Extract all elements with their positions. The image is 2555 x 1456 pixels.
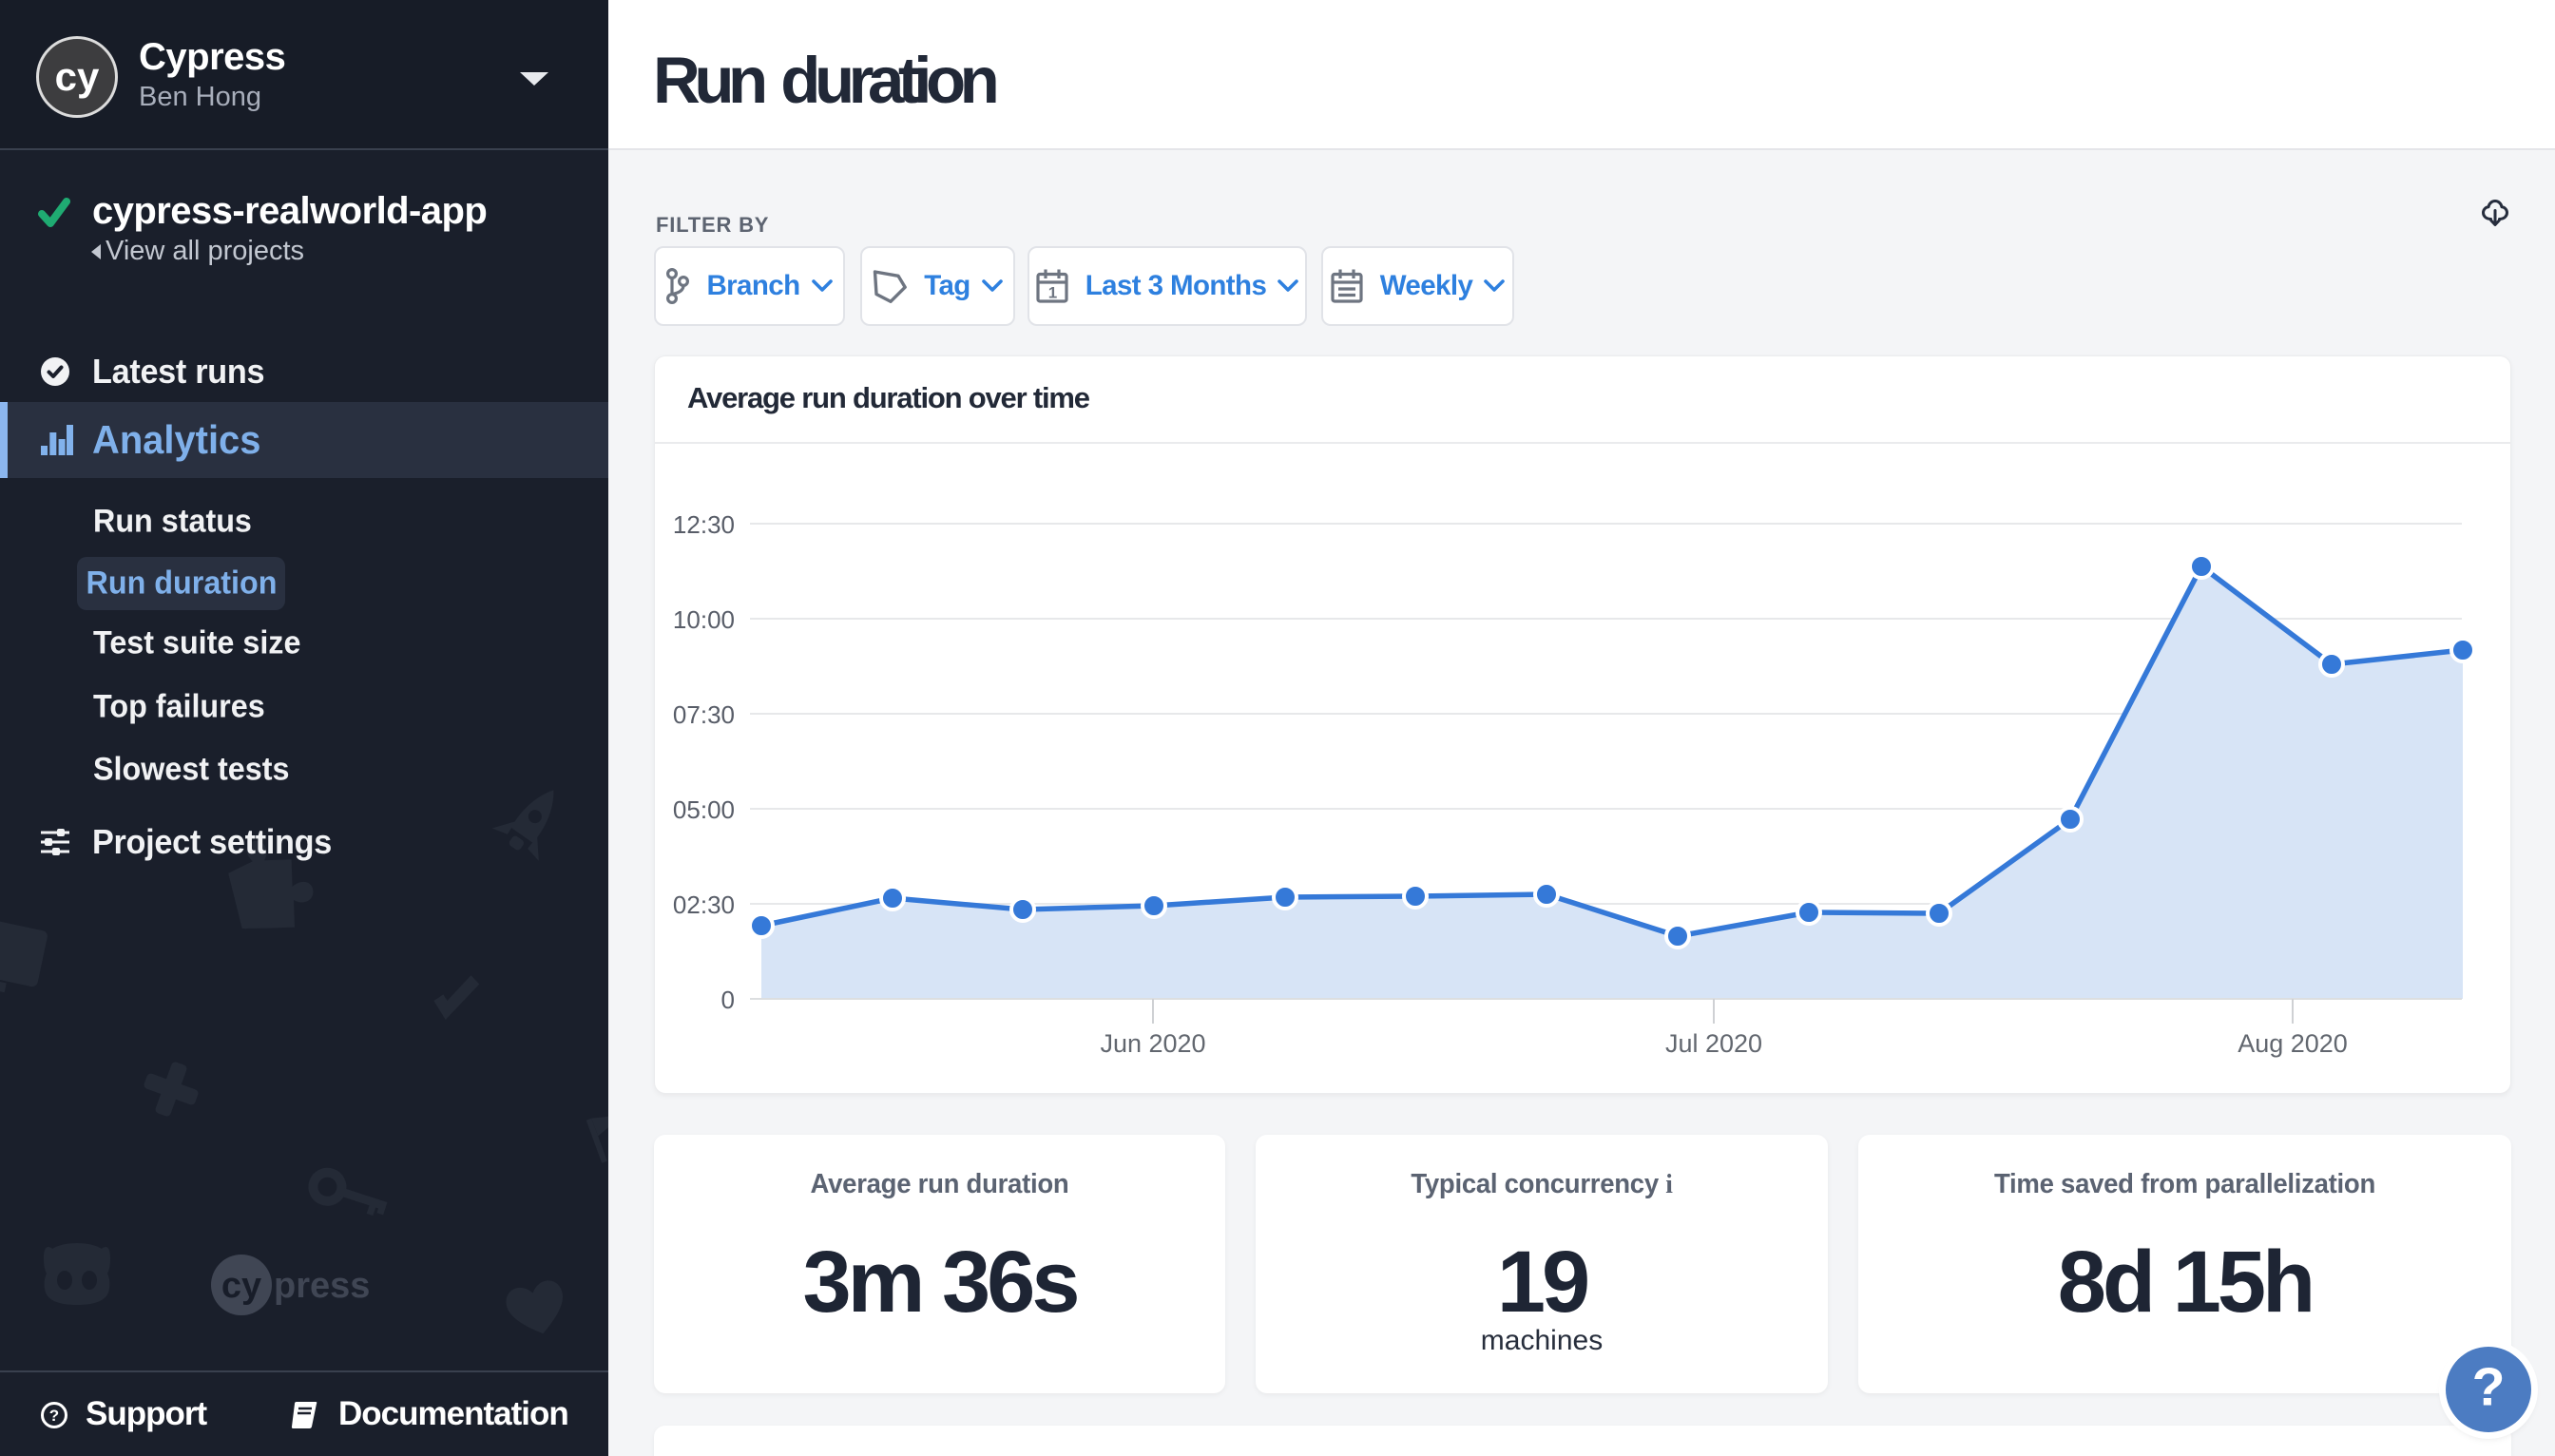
svg-text:Aug 2020: Aug 2020	[2238, 1029, 2348, 1058]
svg-text:07:30: 07:30	[673, 700, 735, 729]
svg-text:press: press	[274, 1266, 370, 1306]
svg-text:12:30: 12:30	[673, 510, 735, 539]
svg-text:1: 1	[1048, 284, 1057, 302]
svg-text:cy: cy	[221, 1266, 261, 1306]
svg-text:0: 0	[721, 986, 735, 1014]
svg-text:Jul 2020: Jul 2020	[1665, 1029, 1762, 1058]
svg-text:02:30: 02:30	[673, 891, 735, 919]
svg-text:?: ?	[49, 1407, 59, 1425]
svg-text:05:00: 05:00	[673, 795, 735, 824]
svg-text:10:00: 10:00	[673, 605, 735, 634]
svg-text:Jun 2020: Jun 2020	[1100, 1029, 1205, 1058]
